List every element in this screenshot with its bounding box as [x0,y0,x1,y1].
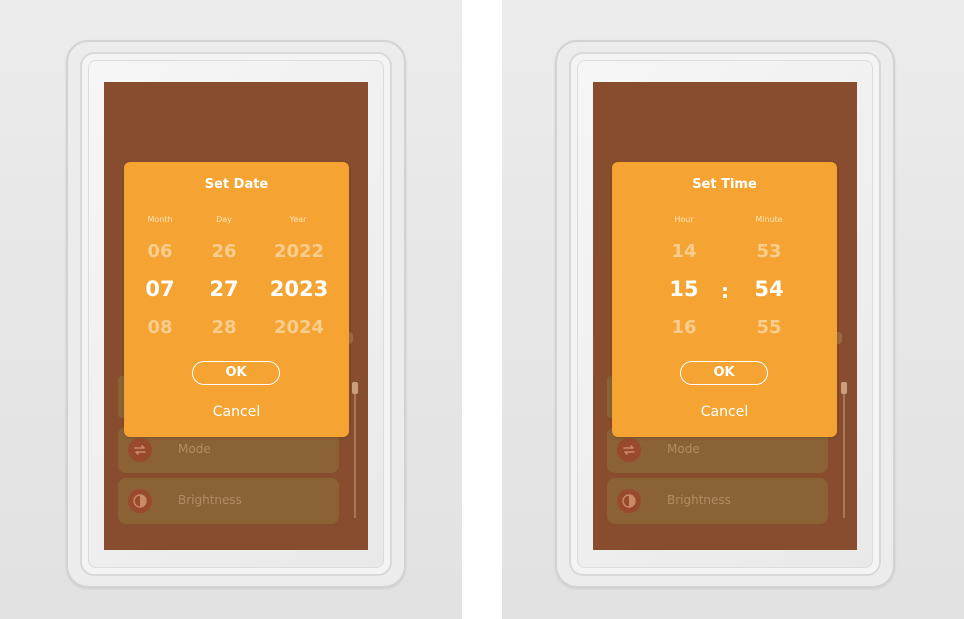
hour-selected[interactable]: 15 [649,277,719,301]
hour-next[interactable]: 16 [649,317,719,338]
scrollbar-thumb[interactable] [841,382,847,394]
menu-item-brightness[interactable]: Brightness [607,478,828,524]
year-selected[interactable]: 2023 [264,277,334,301]
set-time-dialog: Set Time Hour Minute 14 15 16 : 53 54 55… [612,162,837,437]
year-next[interactable]: 2024 [264,317,334,338]
ok-button[interactable]: OK [680,361,768,385]
minute-selected[interactable]: 54 [734,277,804,301]
contrast-icon [128,489,152,513]
menu-item-label: Brightness [178,493,242,507]
menu-item-label: Mode [667,442,700,456]
dialog-title: Set Time [692,177,757,192]
day-selected[interactable]: 27 [189,277,259,301]
time-device-panel: Mode Brightness Set Time Hour Minute 14 … [502,0,964,619]
menu-item-brightness[interactable]: Brightness [118,478,339,524]
time-separator: : [721,279,729,303]
month-column-label: Month [147,215,173,224]
day-next[interactable]: 28 [189,317,259,338]
minute-prev[interactable]: 53 [734,241,804,262]
hour-prev[interactable]: 14 [649,241,719,262]
repeat-icon [617,438,641,462]
cancel-button[interactable]: Cancel [124,404,349,420]
month-prev[interactable]: 06 [125,241,195,262]
month-selected[interactable]: 07 [125,277,195,301]
contrast-icon [617,489,641,513]
day-prev[interactable]: 26 [189,241,259,262]
minute-next[interactable]: 55 [734,317,804,338]
year-prev[interactable]: 2022 [264,241,334,262]
date-device-panel: Mode Brightness Set Date Month Day Year … [0,0,462,619]
year-column-label: Year [289,215,307,224]
scrollbar-thumb[interactable] [352,382,358,394]
menu-item-label: Brightness [667,493,731,507]
menu-item-label: Mode [178,442,211,456]
minute-column-label: Minute [755,215,783,224]
set-date-dialog: Set Date Month Day Year 06 07 08 26 27 2… [124,162,349,437]
cancel-button[interactable]: Cancel [612,404,837,420]
repeat-icon [128,438,152,462]
day-column-label: Day [216,215,232,224]
scrollbar-track[interactable] [843,382,845,518]
dialog-title: Set Date [204,177,269,192]
hour-column-label: Hour [674,215,694,224]
scrollbar-track[interactable] [354,382,356,518]
ok-button[interactable]: OK [192,361,280,385]
month-next[interactable]: 08 [125,317,195,338]
